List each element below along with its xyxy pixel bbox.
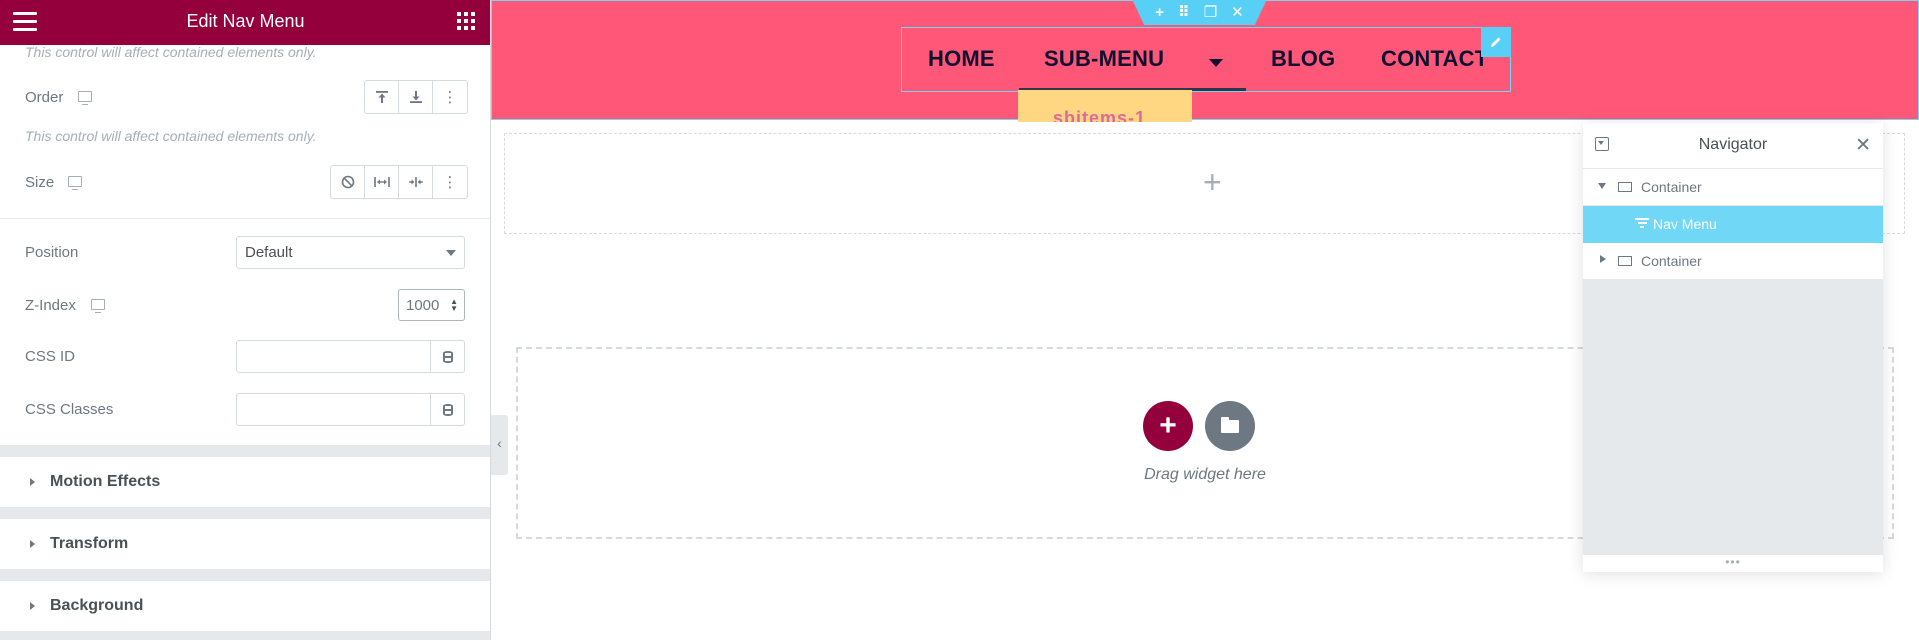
size-note: This control will affect contained eleme… <box>25 128 317 144</box>
apps-grid-icon[interactable] <box>457 12 475 30</box>
nav-item-contact[interactable]: CONTACT <box>1381 46 1488 72</box>
zindex-value: 1000 <box>406 297 440 314</box>
pencil-icon <box>1491 37 1501 47</box>
folder-icon <box>1221 416 1239 433</box>
section-title: Motion Effects <box>50 473 161 490</box>
nav-item-sub-menu[interactable]: SUB-MENU <box>1044 46 1164 72</box>
section-transform[interactable]: Transform <box>0 519 490 569</box>
caret-right-icon <box>30 540 35 548</box>
add-template-button[interactable] <box>1205 401 1255 451</box>
caret-down-icon[interactable] <box>1598 183 1606 189</box>
order-button-group: ⋮ <box>364 80 468 114</box>
section-gap <box>0 445 490 457</box>
caret-right-icon <box>30 478 35 486</box>
submenu-item[interactable]: sbitems-1 <box>1053 108 1146 122</box>
nav-menu-widget[interactable]: HOME SUB-MENU BLOG CONTACT <box>901 27 1511 92</box>
nav-item-blog[interactable]: BLOG <box>1271 46 1335 72</box>
navigator-header: Navigator ✕ <box>1583 123 1883 169</box>
css-classes-input[interactable] <box>236 393 465 426</box>
navigator-item-container[interactable]: Container <box>1583 243 1883 280</box>
navigator-item-container[interactable]: Container <box>1583 169 1883 206</box>
nav-item-home[interactable]: HOME <box>928 46 995 72</box>
monitor-icon[interactable] <box>91 299 105 313</box>
position-label: Position <box>25 244 79 261</box>
align-end-icon[interactable] <box>399 81 433 113</box>
monitor-icon[interactable] <box>68 176 82 190</box>
navigator-item-nav-menu[interactable]: Nav Menu <box>1583 206 1883 243</box>
order-label: Order <box>25 89 64 106</box>
order-note: This control will affect contained eleme… <box>25 44 317 60</box>
submenu-dropdown[interactable]: sbitems-1 <box>1018 90 1192 122</box>
panel-header: Edit Nav Menu <box>0 0 490 45</box>
section-title: Background <box>50 597 144 614</box>
duplicate-icon[interactable]: ❐ <box>1204 3 1217 21</box>
navigator-empty-area <box>1583 280 1883 555</box>
container-icon <box>1618 256 1632 266</box>
section-gap <box>0 569 490 581</box>
width-expand-icon[interactable] <box>365 166 399 198</box>
css-classes-label: CSS Classes <box>25 401 114 418</box>
width-shrink-icon[interactable] <box>399 166 433 198</box>
zindex-label: Z-Index <box>25 297 76 314</box>
position-select-value: Default <box>245 244 293 261</box>
size-label: Size <box>25 174 55 191</box>
chevron-left-icon: ‹ <box>497 435 502 451</box>
size-button-group: ⋮ <box>330 165 468 199</box>
resize-handle[interactable]: ••• <box>1583 555 1883 572</box>
panel-collapse-button[interactable]: ‹ <box>491 415 508 475</box>
dynamic-tags-button[interactable] <box>430 341 464 372</box>
add-element-icon[interactable]: + <box>1203 164 1222 201</box>
position-select[interactable]: Default <box>236 236 465 269</box>
dropdown-caret-icon[interactable] <box>1209 59 1223 67</box>
database-icon <box>442 403 453 416</box>
section-title: Transform <box>50 535 129 552</box>
align-start-icon[interactable] <box>365 81 399 113</box>
no-sign-icon[interactable] <box>331 166 365 198</box>
monitor-icon[interactable] <box>78 91 92 105</box>
section-motion-effects[interactable]: Motion Effects <box>0 457 490 507</box>
spinner-icon[interactable]: ▲ ▼ <box>450 298 458 313</box>
section-background[interactable]: Background <box>0 581 490 631</box>
drag-handle-icon[interactable]: ⠿ <box>1178 3 1190 21</box>
more-vertical-icon[interactable]: ⋮ <box>433 166 467 198</box>
header-container[interactable]: + ⠿ ❐ ✕ HOME SUB-MENU BLOG CONTACT sbite… <box>491 0 1919 122</box>
nav-menu-icon <box>1635 218 1649 230</box>
container-icon <box>1618 182 1632 192</box>
dynamic-tags-button[interactable] <box>430 394 464 425</box>
add-section-button[interactable]: + <box>1143 401 1193 451</box>
chevron-down-icon <box>446 250 456 256</box>
close-icon[interactable]: ✕ <box>1855 134 1871 157</box>
element-toolbar: + ⠿ ❐ ✕ <box>1132 0 1267 25</box>
more-vertical-icon[interactable]: ⋮ <box>433 81 467 113</box>
navigator-item-label: Nav Menu <box>1653 216 1717 232</box>
add-element-icon[interactable]: + <box>1155 4 1164 21</box>
edit-widget-button[interactable] <box>1481 27 1511 57</box>
database-icon <box>442 350 453 363</box>
navigator-item-label: Container <box>1641 179 1702 195</box>
navigator-panel: Navigator ✕ Container Nav Menu Container… <box>1583 123 1883 572</box>
css-id-input[interactable] <box>236 340 465 373</box>
panel-title: Edit Nav Menu <box>186 11 305 31</box>
caret-right-icon[interactable] <box>1600 255 1606 263</box>
delete-icon[interactable]: ✕ <box>1231 3 1244 21</box>
zindex-input[interactable]: 1000 ▲ ▼ <box>398 289 465 321</box>
section-gap <box>0 631 490 640</box>
editor-panel: Edit Nav Menu This control will affect c… <box>0 0 491 640</box>
navigator-item-label: Container <box>1641 253 1702 269</box>
divider <box>0 218 490 219</box>
caret-right-icon <box>30 602 35 610</box>
section-gap <box>0 507 490 519</box>
navigator-title: Navigator <box>1698 136 1768 153</box>
css-id-label: CSS ID <box>25 348 76 365</box>
